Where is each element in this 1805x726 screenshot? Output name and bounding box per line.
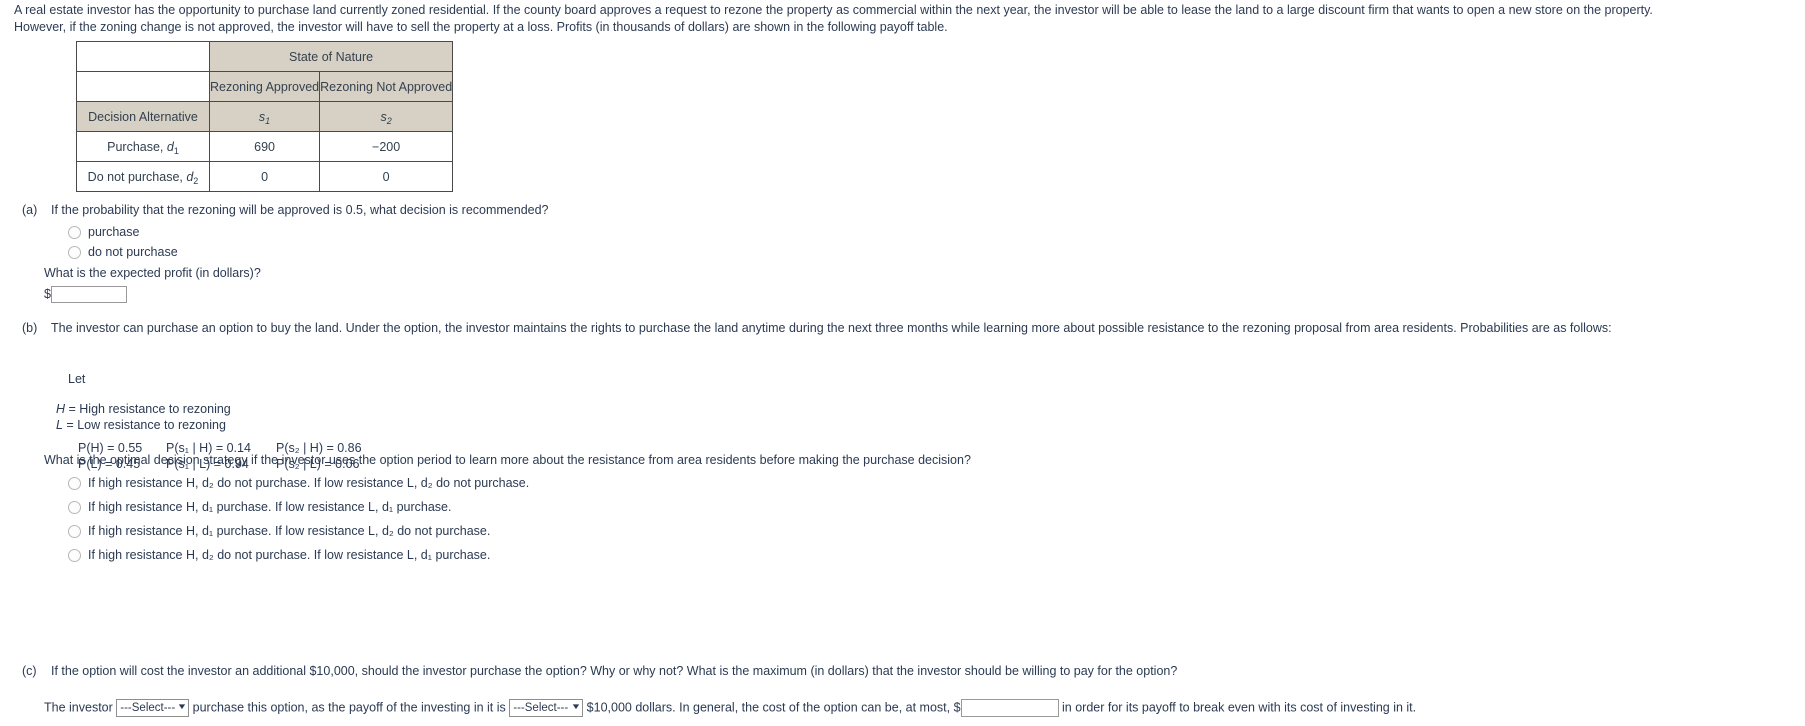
max-option-cost-input[interactable] [960,699,1059,717]
part-b-options: If high resistance H, d₂ do not purchase… [22,471,822,567]
radio-button-icon[interactable] [68,524,81,538]
chevron-down-icon: ▼ [176,702,188,711]
part-b-option-2-label: If high resistance H, d₁ purchase. If lo… [88,500,452,514]
table-row: Do not purchase, d2 0 0 [76,161,454,192]
row-label-purchase: Purchase, d1 [76,131,210,162]
radio-button-icon[interactable] [68,245,81,259]
row-label-do-not-purchase: Do not purchase, d2 [76,161,210,192]
row-label-purchase-text: Purchase, [107,139,167,154]
radio-button-icon[interactable] [68,225,81,239]
table-row: Purchase, d1 690 −200 [76,131,454,162]
payoff-comparison-select-value: ---Select--- [513,702,569,714]
row-label-purchase-var: d [166,139,174,154]
part-b-let-label-row: Let [22,371,85,387]
option-purchase-select[interactable]: ---Select--- ▼ [116,699,190,717]
part-b-question: The investor can purchase an option to b… [51,321,1612,335]
row-header-decision-alternative: Decision Alternative [76,101,210,132]
part-b-option-4[interactable]: If high resistance H, d₂ do not purchase… [68,543,822,567]
part-b-option-1[interactable]: If high resistance H, d₂ do not purchase… [68,471,822,495]
table-corner-blank-2 [76,71,210,102]
cell-do-not-purchase-s1: 0 [208,161,321,192]
payoff-comparison-select[interactable]: ---Select--- ▼ [509,699,584,717]
part-c-sentence-2: purchase this option, as the payoff of t… [192,700,506,715]
part-b-option-3-label: If high resistance H, d₁ purchase. If lo… [88,524,491,538]
symbol-s2-letter: s [380,109,387,124]
part-b-block: (b) The investor can purchase an option … [22,321,1802,335]
table-row-state-of-nature: State of Nature [76,41,454,72]
part-a-question: If the probability that the rezoning wil… [51,203,549,217]
definition-l-text: = Low resistance to rezoning [62,418,226,432]
part-a-answer-row: $ [44,286,127,303]
intro-paragraph: A real estate investor has the opportuni… [14,2,1794,36]
part-a-label: (a) [22,203,38,217]
symbol-s2-sub: 2 [386,115,392,126]
cell-purchase-s1: 690 [208,131,321,162]
cell-do-not-purchase-s2: 0 [319,161,454,192]
part-c-answer-row: The investor ---Select--- ▼ purchase this… [44,699,1804,717]
chevron-down-icon: ▼ [570,702,582,711]
col-header-rezoning-approved: Rezoning Approved [208,71,321,102]
part-b-option-3[interactable]: If high resistance H, d₁ purchase. If lo… [68,519,822,543]
radio-button-icon[interactable] [68,500,81,514]
row-label-purchase-sub: 1 [173,145,179,156]
part-c-label: (c) [22,664,37,678]
part-b-label: (b) [22,321,38,335]
part-c-block: (c) If the option will cost the investor… [22,664,1802,678]
part-c-sentence-3: $10,000 dollars. In general, the cost of… [586,700,961,715]
part-a-profit-question-row: What is the expected profit (in dollars)… [44,266,644,280]
intro-line-2: However, if the zoning change is not app… [14,20,948,34]
radio-button-icon[interactable] [68,548,81,562]
row-label-do-not-purchase-text: Do not purchase, [87,169,187,184]
table-corner-blank [76,41,210,72]
col-header-rezoning-not-approved: Rezoning Not Approved [319,71,454,102]
part-b-strategy-question-row: What is the optimal decision strategy if… [44,453,1144,467]
intro-line-1: A real estate investor has the opportuni… [14,3,1653,17]
part-a-options: purchase do not purchase [22,222,622,262]
part-b-strategy-question: What is the optimal decision strategy if… [44,453,971,467]
part-a-option-purchase-label: purchase [88,225,140,239]
expected-profit-input[interactable] [50,286,127,303]
part-b-option-1-label: If high resistance H, d₂ do not purchase… [88,476,530,490]
part-b-option-4-label: If high resistance H, d₂ do not purchase… [88,548,491,562]
part-b-definitions: H = High resistance to rezoning L = Low … [22,401,231,433]
part-b-let-label: Let [68,372,86,386]
radio-button-icon[interactable] [68,476,81,490]
definition-l: L = Low resistance to rezoning [56,417,231,433]
state-of-nature-header: State of Nature [208,41,454,72]
row-label-do-not-purchase-sub: 2 [193,175,199,186]
part-a-profit-question: What is the expected profit (in dollars)… [44,266,261,280]
table-row-symbols: Decision Alternative s1 s2 [76,101,454,132]
option-purchase-select-value: ---Select--- [120,702,176,714]
payoff-table-wrapper: State of Nature Rezoning Approved Rezoni… [76,41,454,192]
table-row-column-headers: Rezoning Approved Rezoning Not Approved [76,71,454,102]
part-c-question: If the option will cost the investor an … [51,664,1178,678]
payoff-table: State of Nature Rezoning Approved Rezoni… [76,41,454,192]
cell-purchase-s2: −200 [319,131,454,162]
definition-l-var: L [56,418,63,432]
part-c-sentence-1: The investor [44,700,113,715]
symbol-s2: s2 [319,101,454,132]
part-a-option-purchase[interactable]: purchase [68,222,622,242]
part-c-sentence-4: in order for its payoff to break even wi… [1062,700,1417,715]
symbol-s1: s1 [208,101,321,132]
definition-h-var: H [56,402,66,416]
definition-h-text: = High resistance to rezoning [65,402,231,416]
part-b-option-2[interactable]: If high resistance H, d₁ purchase. If lo… [68,495,822,519]
part-a-option-do-not-purchase[interactable]: do not purchase [68,242,622,262]
dollar-sign-label: $ [44,286,51,301]
worksheet-page: A real estate investor has the opportuni… [0,0,1805,726]
part-a-option-do-not-purchase-label: do not purchase [88,245,178,259]
part-a-block: (a) If the probability that the rezoning… [22,203,1022,217]
definition-h: H = High resistance to rezoning [56,401,231,417]
symbol-s1-sub: 1 [265,115,271,126]
